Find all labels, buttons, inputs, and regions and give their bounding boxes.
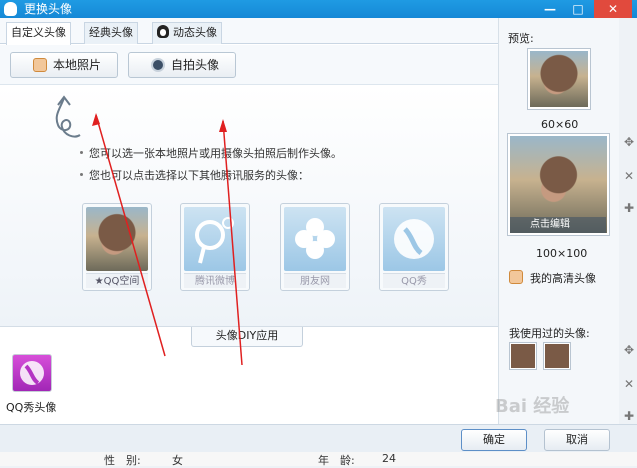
app-label: QQ秀头像 xyxy=(6,401,57,414)
tab-dynamic-avatar[interactable]: 动态头像 xyxy=(152,22,222,44)
preview-title: 预览: xyxy=(508,32,534,45)
tip-text: 您也可以点击选择以下其他腾讯服务的头像： xyxy=(89,169,309,182)
title-bar: 更换头像 — □ ✕ xyxy=(0,0,637,18)
window-title: 更换头像 xyxy=(24,2,73,16)
ok-button[interactable]: 确定 xyxy=(461,429,527,451)
close-icon[interactable]: ✕ xyxy=(624,170,636,182)
local-photo-button[interactable]: 本地照片 xyxy=(10,52,118,78)
weibo-icon xyxy=(184,207,246,271)
diy-apps-tab[interactable]: 头像DIY应用 xyxy=(191,327,303,347)
penguin-icon xyxy=(157,25,169,38)
preview-large-avatar[interactable]: 点击编辑 xyxy=(507,133,610,236)
hd-avatar-link[interactable]: 我的高清头像 xyxy=(530,270,596,286)
watermark: Bai 经验 xyxy=(495,396,570,417)
preview-small-size: 60×60 xyxy=(541,118,579,131)
tab-custom-avatar[interactable]: 自定义头像 xyxy=(6,22,71,45)
background-window: 性 别: 女 年 龄: 24 xyxy=(0,452,637,467)
preview-small-avatar xyxy=(527,48,591,110)
service-tencent-weibo[interactable]: 腾讯微博 xyxy=(180,203,250,291)
move-icon[interactable]: ✥ xyxy=(624,136,636,148)
plus-icon[interactable]: ✚ xyxy=(624,410,636,422)
qq-penguin-icon xyxy=(4,2,17,16)
webcam-icon xyxy=(151,58,165,72)
qqshow-icon xyxy=(383,207,445,271)
cancel-button[interactable]: 取消 xyxy=(544,429,610,451)
person-photo-icon xyxy=(33,58,47,72)
service-pengyou[interactable]: 朋友网 xyxy=(280,203,350,291)
tab-label: 经典头像 xyxy=(89,26,133,39)
close-button[interactable]: ✕ xyxy=(594,0,632,18)
toolbar: 本地照片 自拍头像 xyxy=(0,45,498,85)
used-avatar[interactable] xyxy=(509,342,537,370)
age-value: 24 xyxy=(382,452,396,465)
minimize-button[interactable]: — xyxy=(537,0,563,18)
close-icon[interactable]: ✕ xyxy=(624,378,636,390)
pengyou-clover-icon xyxy=(284,207,346,271)
tip-line: 您可以选一张本地照片或用摄像头拍照后制作头像。 xyxy=(80,145,342,161)
edit-avatar-button[interactable]: 点击编辑 xyxy=(510,217,606,233)
service-label: ★QQ空间 xyxy=(86,273,148,288)
plus-icon[interactable]: ✚ xyxy=(624,202,636,214)
maximize-button[interactable]: □ xyxy=(565,0,591,18)
selfie-button[interactable]: 自拍头像 xyxy=(128,52,236,78)
move-icon[interactable]: ✥ xyxy=(624,344,636,356)
tab-label: 动态头像 xyxy=(173,26,217,39)
tab-label: 自定义头像 xyxy=(11,26,66,39)
qqshow-app-icon[interactable] xyxy=(12,354,52,392)
service-qzone[interactable]: ★QQ空间 xyxy=(82,203,152,291)
local-photo-label: 本地照片 xyxy=(53,58,102,72)
used-avatar[interactable] xyxy=(543,342,571,370)
preview-large-size: 100×100 xyxy=(536,247,588,260)
button-bar xyxy=(0,424,637,452)
tip-line: 您也可以点击选择以下其他腾讯服务的头像： xyxy=(80,167,309,183)
qzone-avatar-photo xyxy=(86,207,148,271)
service-label: 朋友网 xyxy=(284,273,346,288)
used-avatars-title: 我使用过的头像: xyxy=(509,327,590,340)
service-label: QQ秀 xyxy=(383,273,445,288)
tip-text: 您可以选一张本地照片或用摄像头拍照后制作头像。 xyxy=(89,147,342,160)
swirl-arrow-icon xyxy=(55,95,81,138)
side-strip xyxy=(619,18,637,424)
selfie-label: 自拍头像 xyxy=(171,58,220,72)
hd-avatar-icon xyxy=(509,270,523,284)
service-qqshow[interactable]: QQ秀 xyxy=(379,203,449,291)
tab-classic-avatar[interactable]: 经典头像 xyxy=(84,22,138,44)
service-label: 腾讯微博 xyxy=(184,273,246,288)
tab-bar: 自定义头像 经典头像 动态头像 xyxy=(0,18,498,45)
